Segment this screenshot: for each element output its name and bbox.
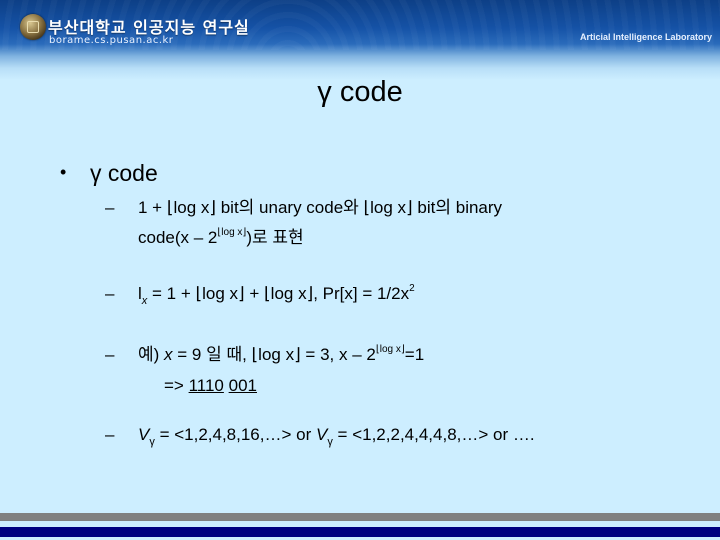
example-arrow: => bbox=[164, 376, 189, 395]
slide-header: 부산대학교 인공지능 연구실 borame.cs.pusan.ac.kr Art… bbox=[0, 0, 720, 80]
example-binary-part: 001 bbox=[228, 376, 257, 395]
definition-line1: 1 + ⌊log x⌋ bit의 unary code와 ⌊log x⌋ bit… bbox=[138, 198, 503, 217]
university-url: borame.cs.pusan.ac.kr bbox=[49, 35, 174, 46]
v-symbol: V bbox=[138, 425, 150, 444]
definition-line2-sup: ⌊log x⌋ bbox=[217, 227, 247, 238]
footer-navy-bar bbox=[0, 527, 720, 537]
university-seal-icon bbox=[20, 14, 46, 40]
sequence-one: = <1,2,4,8,16,…> or bbox=[154, 425, 316, 444]
dash-marker: – bbox=[105, 198, 115, 217]
dash-marker: – bbox=[105, 425, 115, 444]
dash-marker: – bbox=[105, 284, 115, 303]
example-unary-part: 1110 bbox=[188, 376, 224, 395]
length-formula-sup: 2 bbox=[409, 283, 415, 294]
v2-symbol: V bbox=[315, 425, 328, 444]
sequence-two: = <1,2,2,4,4,4,8,…> or …. bbox=[332, 425, 535, 444]
example-pre: 예) bbox=[138, 345, 165, 364]
sub-item-vectors: – Vγ = <1,2,4,8,16,…> or Vγ = <1,2,2,4,4,… bbox=[105, 422, 535, 455]
example-sup: ⌊log x⌋ bbox=[375, 344, 405, 355]
sub-item-definition: – 1 + ⌊log x⌋ bit의 unary code와 ⌊log x⌋ bi… bbox=[105, 195, 502, 250]
bullet-item: • γ code bbox=[60, 160, 158, 187]
definition-line2-pre: code(x – 2 bbox=[138, 228, 218, 247]
bullet-text: γ code bbox=[90, 160, 158, 186]
definition-line2-post: )로 표현 bbox=[246, 228, 304, 247]
lab-name: Articial Intelligence Laboratory bbox=[579, 32, 712, 42]
sub-item-example: – 예) x = 9 일 때, ⌊log x⌋ = 3, x – 2⌊log x⌋… bbox=[105, 334, 424, 401]
seal-inner bbox=[27, 21, 39, 33]
dash-marker: – bbox=[105, 345, 115, 364]
sub-item-length: – lx = 1 + ⌊log x⌋ + ⌊log x⌋, Pr[x] = 1/2… bbox=[105, 276, 415, 314]
bullet-marker: • bbox=[60, 162, 67, 182]
length-formula: = 1 + ⌊log x⌋ + ⌊log x⌋, Pr[x] = 1/2x bbox=[147, 284, 410, 303]
slide-title: γ code bbox=[317, 76, 403, 108]
footer-gray-bar bbox=[0, 513, 720, 521]
example-mid: = 9 일 때, ⌊log x⌋ = 3, x – 2 bbox=[172, 345, 376, 364]
example-x: x bbox=[164, 345, 173, 364]
example-post: =1 bbox=[404, 345, 425, 364]
